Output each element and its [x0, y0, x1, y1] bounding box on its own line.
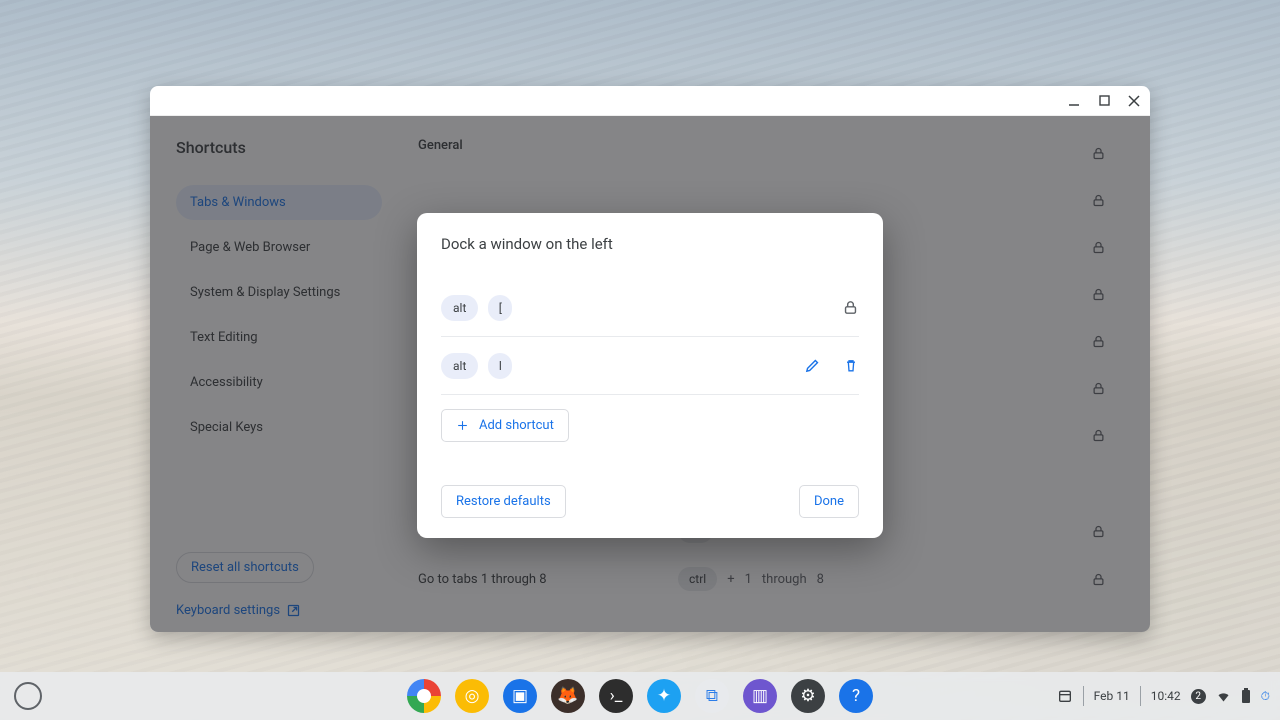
app-icon[interactable]: ◎	[455, 679, 489, 713]
plus-icon	[456, 419, 469, 432]
help-icon[interactable]: ?	[839, 679, 873, 713]
shelf-date: Feb 11	[1094, 689, 1130, 703]
files-icon[interactable]: ▣	[503, 679, 537, 713]
tray-separator	[1083, 686, 1084, 706]
window-maximize-button[interactable]	[1096, 93, 1112, 109]
window-close-button[interactable]	[1126, 93, 1142, 109]
chrome-icon[interactable]	[407, 679, 441, 713]
shortcuts-window: Shortcuts Tabs & Windows Page & Web Brow…	[150, 86, 1150, 632]
twitter-icon[interactable]: ✦	[647, 679, 681, 713]
status-icon[interactable]: ⏱	[1261, 689, 1270, 704]
key-chip: alt	[441, 295, 478, 321]
key-chip: alt	[441, 353, 478, 379]
app-icon[interactable]: ▥	[743, 679, 777, 713]
dialog-title: Dock a window on the left	[441, 235, 859, 253]
launcher-button[interactable]	[14, 682, 42, 710]
shelf: ◎ ▣ 🦊 ›_ ✦ ⧉ ▥ ⚙ ? Feb 11 10:42 2 ⏱	[0, 672, 1280, 720]
wifi-icon[interactable]	[1216, 689, 1231, 704]
lock-icon	[842, 299, 859, 316]
key-chip: l	[488, 353, 512, 379]
shelf-pinned-apps: ◎ ▣ 🦊 ›_ ✦ ⧉ ▥ ⚙ ?	[407, 679, 873, 713]
battery-icon[interactable]	[1241, 688, 1251, 704]
shelf-time: 10:42	[1151, 689, 1181, 703]
settings-icon[interactable]: ⚙	[791, 679, 825, 713]
notification-count-badge[interactable]: 2	[1191, 689, 1206, 704]
add-shortcut-label: Add shortcut	[479, 418, 554, 433]
vscode-icon[interactable]: ⧉	[695, 679, 729, 713]
delete-shortcut-button[interactable]	[843, 357, 859, 374]
terminal-icon[interactable]: ›_	[599, 679, 633, 713]
window-minimize-button[interactable]	[1066, 93, 1082, 109]
calendar-icon[interactable]	[1057, 688, 1073, 704]
window-titlebar	[150, 86, 1150, 116]
add-shortcut-button[interactable]: Add shortcut	[441, 409, 569, 442]
key-chip: [	[488, 295, 512, 321]
done-button[interactable]: Done	[799, 485, 859, 518]
shortcut-binding-row: alt l	[441, 337, 859, 395]
tray-separator	[1140, 686, 1141, 706]
app-icon[interactable]: 🦊	[551, 679, 585, 713]
edit-shortcut-button[interactable]	[804, 357, 821, 374]
shortcut-binding-row: alt [	[441, 279, 859, 337]
edit-shortcut-dialog: Dock a window on the left alt [ alt l	[417, 213, 883, 538]
status-tray[interactable]: Feb 11 10:42 2 ⏱	[1057, 686, 1270, 706]
restore-defaults-button[interactable]: Restore defaults	[441, 485, 566, 518]
